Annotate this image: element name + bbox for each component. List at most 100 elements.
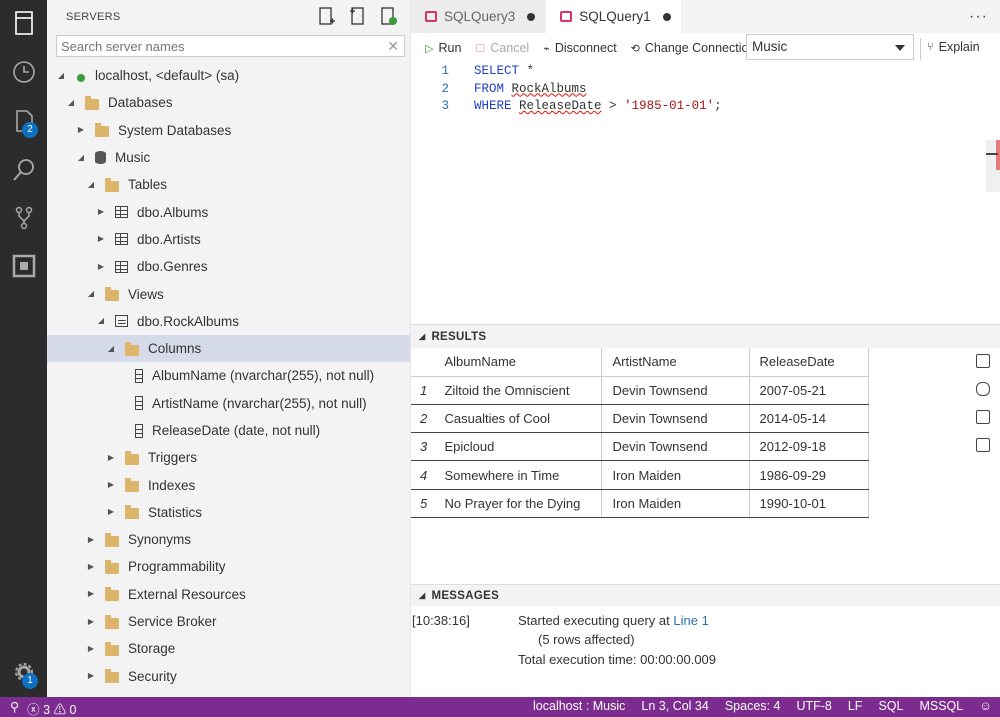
table-cell[interactable]: Iron Maiden	[601, 489, 750, 518]
collapsed-arrow-icon[interactable]: ▶	[96, 262, 106, 272]
unsaved-dot-icon[interactable]	[662, 12, 671, 21]
save-as-csv-icon[interactable]	[976, 354, 990, 368]
results-grid[interactable]: AlbumName ArtistName ReleaseDate 1 Ziltoi…	[411, 348, 869, 518]
new-connection-icon[interactable]	[317, 7, 336, 26]
table-row[interactable]: 5 No Prayer for the Dying Iron Maiden 1990-…	[411, 489, 869, 518]
table-cell[interactable]: Iron Maiden	[601, 460, 750, 490]
tree-node[interactable]: ▶ Security	[47, 663, 410, 690]
tree-node[interactable]: ◢ Databases	[47, 89, 410, 116]
table-cell[interactable]: Epicloud	[434, 432, 603, 462]
collapsed-arrow-icon[interactable]: ▶	[106, 480, 116, 490]
tree-node[interactable]: ▶ Storage	[47, 635, 410, 662]
messages-section-header[interactable]: ◢ MESSAGES	[411, 584, 1000, 606]
row-number-cell[interactable]: 4	[411, 460, 435, 490]
results-section-header[interactable]: ◢ RESULTS	[411, 324, 1000, 348]
column-header[interactable]: ReleaseDate	[749, 348, 869, 377]
tree-node[interactable]: ▶ Programmability	[47, 553, 410, 580]
tree-node[interactable]: ◢ Music	[47, 144, 410, 171]
cancel-button[interactable]: ☐ Cancel	[475, 41, 529, 55]
collapsed-arrow-icon[interactable]: ▶	[106, 507, 116, 517]
column-header[interactable]: ArtistName	[601, 348, 750, 377]
tree-node[interactable]: ArtistName (nvarchar(255), not null)	[47, 390, 410, 417]
table-cell[interactable]: Ziltoid the Omniscient	[434, 376, 603, 405]
table-cell[interactable]: 2007-05-21	[749, 376, 869, 405]
collapsed-arrow-icon[interactable]: ▶	[86, 535, 96, 545]
collapsed-arrow-icon[interactable]: ▶	[86, 589, 96, 599]
collapsed-arrow-icon[interactable]: ▶	[76, 125, 86, 135]
table-cell[interactable]: Devin Townsend	[601, 404, 750, 434]
expanded-arrow-icon[interactable]: ◢	[56, 71, 66, 81]
row-number-cell[interactable]: 1	[411, 376, 435, 405]
column-header[interactable]: AlbumName	[434, 348, 603, 377]
tree-node[interactable]: ◢ Tables	[47, 171, 410, 198]
row-number-cell[interactable]: 5	[411, 489, 435, 518]
table-row[interactable]: 2 Casualties of Cool Devin Townsend 2014-05…	[411, 404, 869, 434]
expanded-arrow-icon[interactable]: ◢	[86, 289, 96, 299]
table-cell[interactable]: No Prayer for the Dying	[434, 489, 603, 518]
tree-node[interactable]: ▶ Service Broker	[47, 608, 410, 635]
tab-sqlquery3[interactable]: SQLQuery3	[411, 0, 547, 33]
collapsed-arrow-icon[interactable]: ▶	[86, 671, 96, 681]
table-cell[interactable]: Somewhere in Time	[434, 460, 603, 490]
collapsed-arrow-icon[interactable]: ▶	[106, 453, 116, 463]
save-as-json-icon[interactable]	[976, 382, 990, 396]
remote-icon[interactable]: ⚲	[10, 699, 19, 717]
table-cell[interactable]: Devin Townsend	[601, 376, 750, 405]
unsaved-dot-icon[interactable]	[527, 12, 536, 21]
table-cell[interactable]: Casualties of Cool	[434, 404, 603, 434]
tree-node[interactable]: ▶ dbo.Albums	[47, 198, 410, 225]
extensions-icon[interactable]	[0, 246, 47, 286]
history-icon[interactable]	[0, 52, 47, 92]
tree-node[interactable]: ▶ Synonyms	[47, 526, 410, 553]
collapsed-arrow-icon[interactable]: ▶	[86, 617, 96, 627]
new-server-group-icon[interactable]	[348, 7, 367, 26]
expanded-arrow-icon[interactable]: ◢	[66, 98, 76, 108]
overview-ruler[interactable]	[986, 140, 1000, 192]
server-search-input[interactable]	[57, 36, 377, 56]
encoding[interactable]: UTF-8	[796, 699, 831, 713]
row-number-cell[interactable]: 3	[411, 432, 435, 462]
run-button[interactable]: ▷ Run	[425, 41, 461, 55]
table-cell[interactable]: 1990-10-01	[749, 489, 869, 518]
tree-node[interactable]: ReleaseDate (date, not null)	[47, 417, 410, 444]
tree-node[interactable]: ◢ dbo.RockAlbums	[47, 308, 410, 335]
database-select[interactable]: Music	[746, 34, 914, 60]
provider[interactable]: MSSQL	[919, 699, 963, 713]
tree-node[interactable]: ▶ Indexes	[47, 471, 410, 498]
collapsed-arrow-icon[interactable]: ▶	[86, 644, 96, 654]
explain-button[interactable]: ⑂ Explain	[927, 40, 980, 54]
tree-node[interactable]: ▶ dbo.Artists	[47, 226, 410, 253]
tree-node[interactable]: AlbumName (nvarchar(255), not null)	[47, 362, 410, 389]
row-number-cell[interactable]: 2	[411, 404, 435, 434]
table-cell[interactable]: Devin Townsend	[601, 432, 750, 462]
expanded-arrow-icon[interactable]: ◢	[96, 316, 106, 326]
expanded-arrow-icon[interactable]: ◢	[76, 153, 86, 163]
tab-sqlquery1[interactable]: SQLQuery1	[546, 0, 682, 33]
active-connections-icon[interactable]	[379, 7, 398, 26]
message-line-link[interactable]: Line 1	[673, 613, 708, 628]
table-cell[interactable]: 2012-09-18	[749, 432, 869, 462]
clear-search-icon[interactable]: ✕	[387, 38, 399, 55]
search-icon[interactable]	[0, 150, 47, 190]
collapsed-arrow-icon[interactable]: ▶	[96, 207, 106, 217]
table-cell[interactable]: 1986-09-29	[749, 460, 869, 490]
change-connection-button[interactable]: ⟲ Change Connection	[631, 41, 756, 55]
files-icon[interactable]: 2	[0, 101, 47, 141]
language-mode[interactable]: SQL	[878, 699, 903, 713]
disconnect-button[interactable]: ⌁ Disconnect	[543, 41, 616, 55]
tree-node[interactable]: ▶ Statistics	[47, 499, 410, 526]
indentation[interactable]: Spaces: 4	[725, 699, 781, 713]
cursor-position[interactable]: Ln 3, Col 34	[641, 699, 708, 713]
table-row[interactable]: 1 Ziltoid the Omniscient Devin Townsend 200…	[411, 376, 869, 405]
tree-node[interactable]: ▶ System Databases	[47, 117, 410, 144]
end-of-line[interactable]: LF	[848, 699, 863, 713]
tree-node[interactable]: ◢ localhost, <default> (sa)	[47, 62, 410, 89]
collapsed-arrow-icon[interactable]: ▶	[86, 562, 96, 572]
tree-node[interactable]: ▶ External Resources	[47, 581, 410, 608]
collapsed-arrow-icon[interactable]: ▶	[96, 234, 106, 244]
expanded-arrow-icon[interactable]: ◢	[86, 180, 96, 190]
tree-node[interactable]: ▶ Triggers	[47, 444, 410, 471]
settings-gear-icon[interactable]: 1	[0, 652, 47, 692]
feedback-smiley-icon[interactable]: ☺	[979, 699, 992, 713]
chart-icon[interactable]	[976, 438, 990, 452]
